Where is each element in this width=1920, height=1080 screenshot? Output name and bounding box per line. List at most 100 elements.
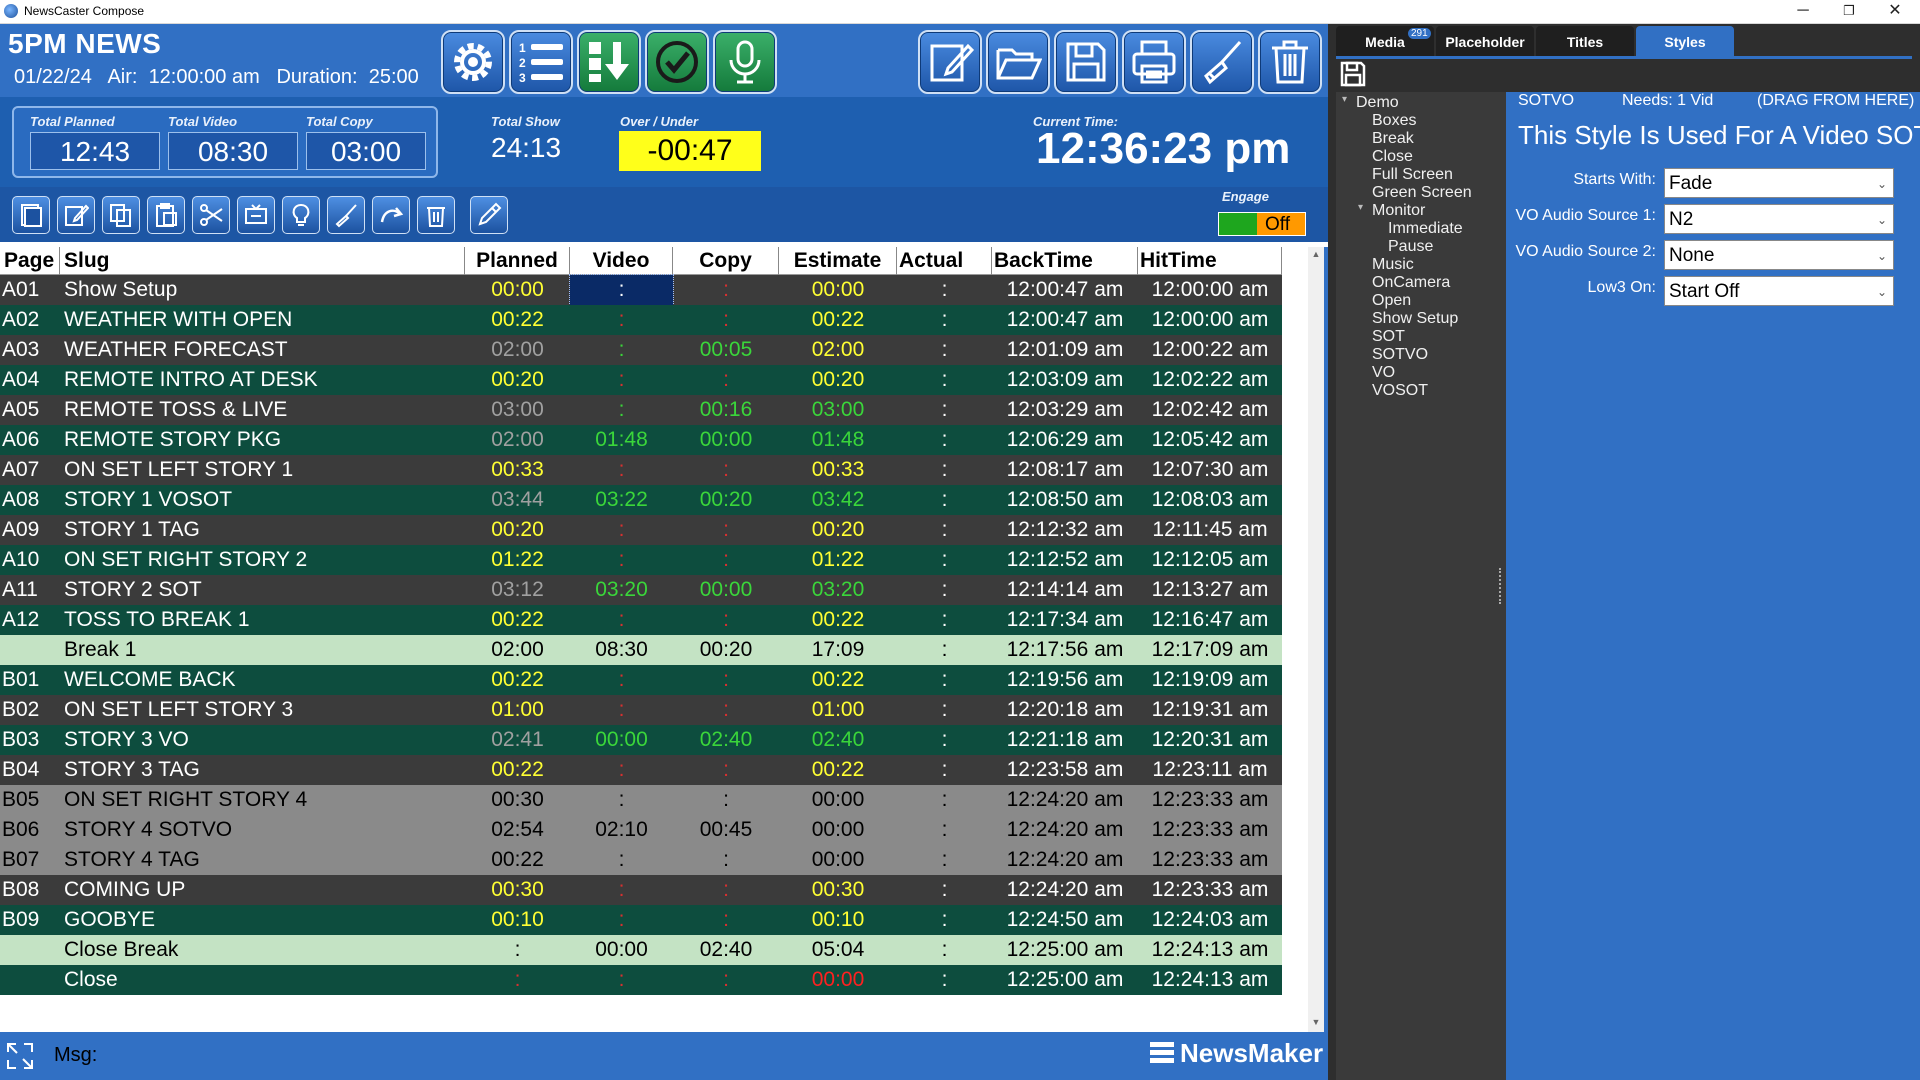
table-row[interactable]: A08 STORY 1 VOSOT 03:44 03:22 00:20 03:42:12:… <box>0 485 1282 515</box>
cell-page[interactable]: A10 <box>2 545 58 575</box>
cell-actual[interactable]: : <box>897 335 992 365</box>
cell-est[interactable]: 00:00 <box>779 845 897 875</box>
cell-hit[interactable]: 12:16:47 am <box>1138 605 1282 635</box>
cell-back[interactable]: 12:00:47 am <box>992 305 1138 335</box>
tab-placeholder[interactable]: Placeholder <box>1436 26 1534 56</box>
cell-back[interactable]: 12:03:29 am <box>992 395 1138 425</box>
cell-back[interactable]: 12:23:58 am <box>992 755 1138 785</box>
cell-copy[interactable]: : <box>673 905 779 935</box>
cell-planned[interactable]: 02:41 <box>465 725 570 755</box>
table-row[interactable]: B04 STORY 3 TAG 00:22::00:22:12:23:58 am 12… <box>0 755 1282 785</box>
cell-hit[interactable]: 12:23:33 am <box>1138 785 1282 815</box>
cell-actual[interactable]: : <box>897 815 992 845</box>
cell-video[interactable]: : <box>570 845 673 875</box>
cell-slug[interactable]: Break 1 <box>64 635 464 665</box>
tree-item[interactable]: OnCamera <box>1372 274 1450 292</box>
cell-actual[interactable]: : <box>897 275 992 305</box>
cell-back[interactable]: 12:14:14 am <box>992 575 1138 605</box>
cell-back[interactable]: 12:25:00 am <box>992 935 1138 965</box>
column-header-estimate[interactable]: Estimate <box>779 247 897 275</box>
cell-planned[interactable]: 00:10 <box>465 905 570 935</box>
cell-back[interactable]: 12:24:20 am <box>992 875 1138 905</box>
chevron-down-icon[interactable]: ▾ <box>1358 202 1363 213</box>
cell-planned[interactable]: 01:00 <box>465 695 570 725</box>
column-header-slug[interactable]: Slug <box>60 247 465 275</box>
cell-page[interactable]: A01 <box>2 275 58 305</box>
cell-planned[interactable]: 00:20 <box>465 365 570 395</box>
cell-est[interactable]: 01:48 <box>779 425 897 455</box>
cell-hit[interactable]: 12:13:27 am <box>1138 575 1282 605</box>
cell-video[interactable]: : <box>570 665 673 695</box>
paste-button[interactable] <box>147 196 185 234</box>
cell-planned[interactable]: 00:33 <box>465 455 570 485</box>
cell-video[interactable]: : <box>570 365 673 395</box>
table-row[interactable]: A12 TOSS TO BREAK 1 00:22::00:22:12:17:34 … <box>0 605 1282 635</box>
cell-slug[interactable]: WELCOME BACK <box>64 665 464 695</box>
cell-back[interactable]: 12:12:52 am <box>992 545 1138 575</box>
cell-est[interactable]: 00:00 <box>779 275 897 305</box>
cell-actual[interactable]: : <box>897 575 992 605</box>
cell-est[interactable]: 01:22 <box>779 545 897 575</box>
cell-hit[interactable]: 12:24:03 am <box>1138 905 1282 935</box>
cell-back[interactable]: 12:24:20 am <box>992 815 1138 845</box>
cell-est[interactable]: 01:00 <box>779 695 897 725</box>
tree-item[interactable]: Open <box>1372 292 1411 310</box>
table-row[interactable]: A11 STORY 2 SOT 03:12 03:20 00:00 03:20:12:14… <box>0 575 1282 605</box>
cell-copy[interactable]: : <box>673 515 779 545</box>
cell-back[interactable]: 12:06:29 am <box>992 425 1138 455</box>
cell-hit[interactable]: 12:07:30 am <box>1138 455 1282 485</box>
cell-actual[interactable]: : <box>897 515 992 545</box>
cell-planned[interactable]: 03:44 <box>465 485 570 515</box>
table-row[interactable]: Break 1 02:00 08:30 00:20 17:09:12:17:56 am 1… <box>0 635 1282 665</box>
cell-copy[interactable]: : <box>673 665 779 695</box>
cell-back[interactable]: 12:21:18 am <box>992 725 1138 755</box>
cell-slug[interactable]: REMOTE TOSS & LIVE <box>64 395 464 425</box>
cell-hit[interactable]: 12:08:03 am <box>1138 485 1282 515</box>
tree-item[interactable]: SOT <box>1372 328 1405 346</box>
close-window-button[interactable]: ✕ <box>1872 0 1918 24</box>
cell-est[interactable]: 05:04 <box>779 935 897 965</box>
cell-actual[interactable]: : <box>897 965 992 995</box>
cell-hit[interactable]: 12:05:42 am <box>1138 425 1282 455</box>
cell-page[interactable] <box>2 635 58 665</box>
cell-hit[interactable]: 12:23:11 am <box>1138 755 1282 785</box>
cell-actual[interactable]: : <box>897 905 992 935</box>
cell-hit[interactable]: 12:02:22 am <box>1138 365 1282 395</box>
cell-page[interactable]: A12 <box>2 605 58 635</box>
cell-page[interactable]: B01 <box>2 665 58 695</box>
cell-hit[interactable]: 12:20:31 am <box>1138 725 1282 755</box>
cell-actual[interactable]: : <box>897 695 992 725</box>
cell-copy[interactable]: 00:20 <box>673 635 779 665</box>
cell-copy[interactable]: 00:00 <box>673 575 779 605</box>
cell-est[interactable]: 02:00 <box>779 335 897 365</box>
save-button[interactable] <box>1054 30 1118 94</box>
cell-hit[interactable]: 12:02:42 am <box>1138 395 1282 425</box>
cell-slug[interactable]: STORY 3 TAG <box>64 755 464 785</box>
cell-back[interactable]: 12:17:56 am <box>992 635 1138 665</box>
cell-copy[interactable]: : <box>673 305 779 335</box>
cell-planned[interactable]: 00:00 <box>465 275 570 305</box>
tree-item[interactable]: Break <box>1372 130 1414 148</box>
cell-hit[interactable]: 12:00:00 am <box>1138 305 1282 335</box>
cell-copy[interactable]: : <box>673 545 779 575</box>
cell-slug[interactable]: REMOTE STORY PKG <box>64 425 464 455</box>
cell-video[interactable]: 02:10 <box>570 815 673 845</box>
cell-page[interactable]: A09 <box>2 515 58 545</box>
cell-hit[interactable]: 12:23:33 am <box>1138 815 1282 845</box>
cell-copy[interactable]: 02:40 <box>673 725 779 755</box>
cell-video[interactable]: : <box>570 965 673 995</box>
cell-slug[interactable]: REMOTE INTRO AT DESK <box>64 365 464 395</box>
cell-planned[interactable]: 00:30 <box>465 785 570 815</box>
cell-copy[interactable]: : <box>673 755 779 785</box>
cell-back[interactable]: 12:24:50 am <box>992 905 1138 935</box>
cell-actual[interactable]: : <box>897 485 992 515</box>
cell-back[interactable]: 12:12:32 am <box>992 515 1138 545</box>
save-disk-icon[interactable] <box>1339 60 1367 88</box>
chevron-down-icon[interactable]: ▾ <box>1342 94 1347 105</box>
scroll-up-icon[interactable]: ▲ <box>1310 249 1322 261</box>
maximize-button[interactable]: ❐ <box>1826 0 1872 24</box>
engage-toggle[interactable]: Off <box>1218 212 1306 236</box>
field-select[interactable]: Start Off ⌄ <box>1664 276 1894 306</box>
cell-planned[interactable]: 02:00 <box>465 335 570 365</box>
cell-video[interactable]: : <box>570 455 673 485</box>
